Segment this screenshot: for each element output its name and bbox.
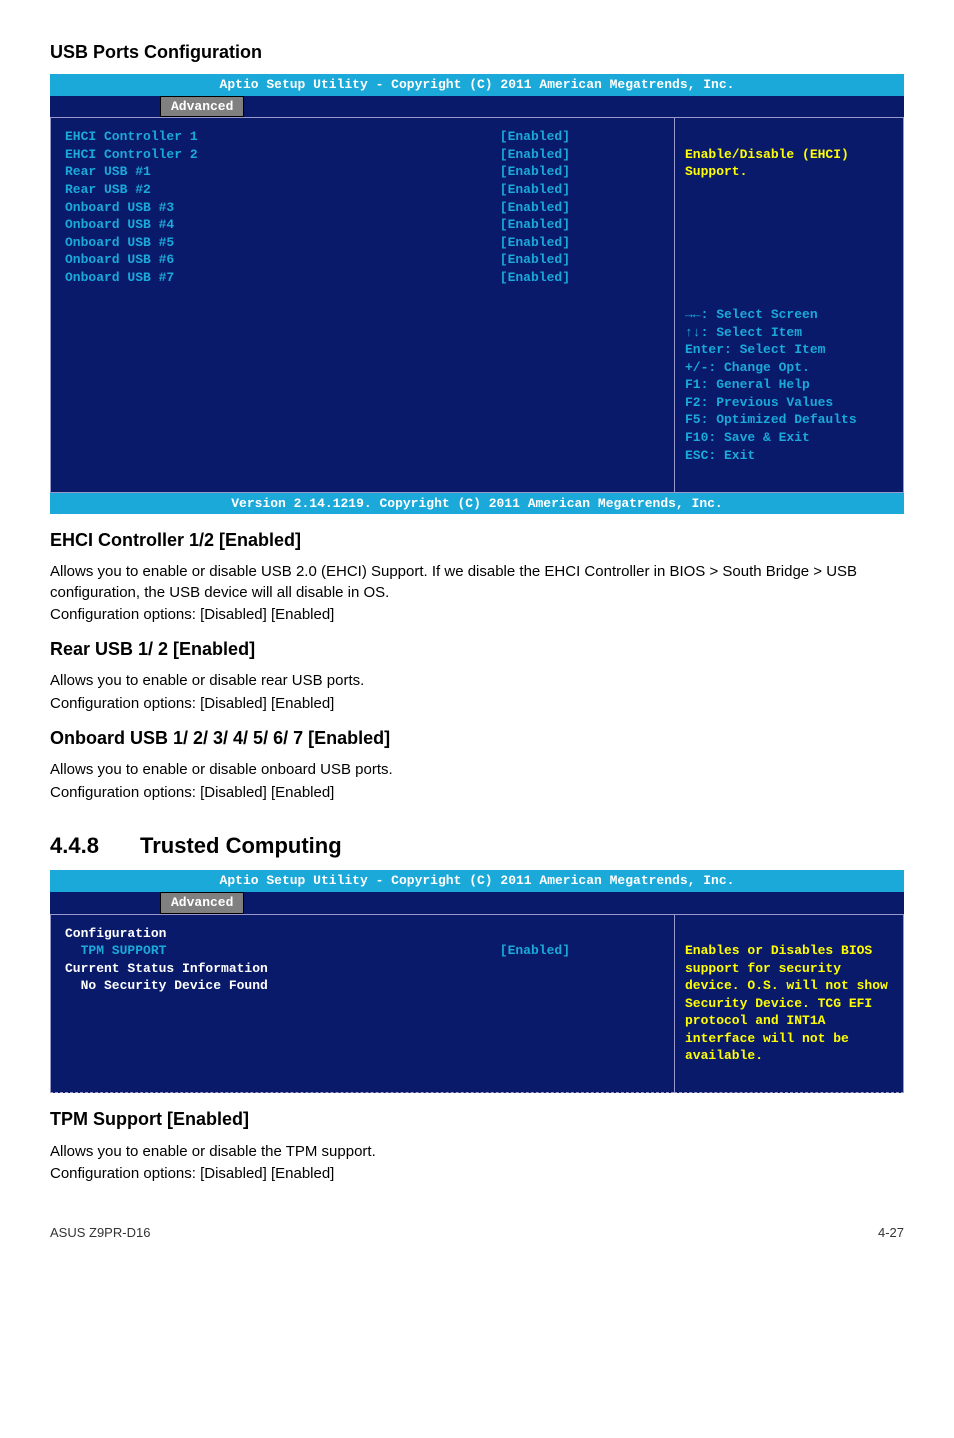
bios-row: Configuration <box>65 925 660 943</box>
bios-row-value: [Enabled] <box>500 181 660 199</box>
bios-nav-help: →←: Select Screen ↑↓: Select Item Enter:… <box>685 306 893 464</box>
bios-row: Onboard USB #3 [Enabled] <box>65 199 660 217</box>
bios-row-value <box>570 960 660 978</box>
bios-row: Rear USB #2 [Enabled] <box>65 181 660 199</box>
bios-row: EHCI Controller 1 [Enabled] <box>65 128 660 146</box>
bios-row-value: [Enabled] <box>500 163 660 181</box>
bios-row-value <box>570 925 660 943</box>
bios-row: Onboard USB #6 [Enabled] <box>65 251 660 269</box>
bios-row: Onboard USB #4 [Enabled] <box>65 216 660 234</box>
bios-row-label: EHCI Controller 2 <box>65 146 198 164</box>
bios-tab-bar: Advanced <box>50 96 904 118</box>
bios-row-label: TPM SUPPORT <box>65 942 166 960</box>
paragraph: Allows you to enable or disable onboard … <box>50 760 904 780</box>
bios-row-label: Onboard USB #7 <box>65 269 174 287</box>
bios-row-label: Configuration <box>65 925 166 943</box>
bios-row-label: Onboard USB #4 <box>65 216 174 234</box>
bios-screenshot-usb: Aptio Setup Utility - Copyright (C) 2011… <box>50 74 904 514</box>
bios-row-value: [Enabled] <box>500 234 660 252</box>
bios-row: Onboard USB #7 [Enabled] <box>65 269 660 287</box>
heading-onboard-usb: Onboard USB 1/ 2/ 3/ 4/ 5/ 6/ 7 [Enabled… <box>50 726 904 750</box>
bios-header: Aptio Setup Utility - Copyright (C) 2011… <box>50 74 904 96</box>
bios-row-value: [Enabled] <box>500 251 660 269</box>
bios-row-value: [Enabled] <box>500 216 660 234</box>
bios-screenshot-trusted: Aptio Setup Utility - Copyright (C) 2011… <box>50 870 904 1093</box>
section-title-usb: USB Ports Configuration <box>50 40 904 64</box>
bios-row-value: [Enabled] <box>500 146 660 164</box>
bios-row: No Security Device Found <box>65 977 660 995</box>
bios-left-pane: EHCI Controller 1 [Enabled] EHCI Controll… <box>50 117 674 492</box>
paragraph: Configuration options: [Disabled] [Enabl… <box>50 694 904 714</box>
bios-row: Onboard USB #5 [Enabled] <box>65 234 660 252</box>
paragraph: Allows you to enable or disable USB 2.0 … <box>50 562 904 603</box>
paragraph: Configuration options: [Disabled] [Enabl… <box>50 1164 904 1184</box>
bios-tab-advanced: Advanced <box>160 892 244 914</box>
bios-row-value: [Enabled] <box>500 199 660 217</box>
topic-number: 4.4.8 <box>50 831 140 861</box>
bios-tab-advanced: Advanced <box>160 96 244 118</box>
page-footer: ASUS Z9PR-D16 4-27 <box>50 1224 904 1242</box>
bios-row-label: No Security Device Found <box>65 977 268 995</box>
bios-row-label: Current Status Information <box>65 960 268 978</box>
bios-row-label: Rear USB #2 <box>65 181 151 199</box>
bios-tab-bar: Advanced <box>50 892 904 914</box>
bios-row-label: Onboard USB #3 <box>65 199 174 217</box>
bios-row-value: [Enabled] <box>500 942 660 960</box>
bios-row: Current Status Information <box>65 960 660 978</box>
bios-row-value <box>570 977 660 995</box>
bios-row: Rear USB #1 [Enabled] <box>65 163 660 181</box>
paragraph: Allows you to enable or disable the TPM … <box>50 1142 904 1162</box>
bios-help-text: Enables or Disables BIOS support for sec… <box>685 942 893 1065</box>
bios-row-label: Onboard USB #5 <box>65 234 174 252</box>
heading-rear-usb: Rear USB 1/ 2 [Enabled] <box>50 637 904 661</box>
topic-heading-trusted: 4.4.8Trusted Computing <box>50 831 904 861</box>
bios-left-pane: Configuration TPM SUPPORT [Enabled] Curre… <box>50 914 674 1094</box>
bios-footer: Version 2.14.1219. Copyright (C) 2011 Am… <box>50 493 904 515</box>
bios-row-label: Onboard USB #6 <box>65 251 174 269</box>
bios-row-label: EHCI Controller 1 <box>65 128 198 146</box>
footer-model: ASUS Z9PR-D16 <box>50 1224 150 1242</box>
footer-page-number: 4-27 <box>878 1224 904 1242</box>
topic-title: Trusted Computing <box>140 833 342 858</box>
heading-tpm: TPM Support [Enabled] <box>50 1107 904 1131</box>
bios-right-pane: Enables or Disables BIOS support for sec… <box>674 914 904 1094</box>
bios-row: EHCI Controller 2 [Enabled] <box>65 146 660 164</box>
bios-row-value: [Enabled] <box>500 269 660 287</box>
bios-row-label: Rear USB #1 <box>65 163 151 181</box>
bios-help-text: Enable/Disable (EHCI) Support. <box>685 146 893 181</box>
paragraph: Configuration options: [Disabled] [Enabl… <box>50 783 904 803</box>
bios-row: TPM SUPPORT [Enabled] <box>65 942 660 960</box>
paragraph: Configuration options: [Disabled] [Enabl… <box>50 605 904 625</box>
bios-row-value: [Enabled] <box>500 128 660 146</box>
bios-right-pane: Enable/Disable (EHCI) Support. →←: Selec… <box>674 117 904 492</box>
bios-header: Aptio Setup Utility - Copyright (C) 2011… <box>50 870 904 892</box>
paragraph: Allows you to enable or disable rear USB… <box>50 671 904 691</box>
heading-ehci: EHCI Controller 1/2 [Enabled] <box>50 528 904 552</box>
